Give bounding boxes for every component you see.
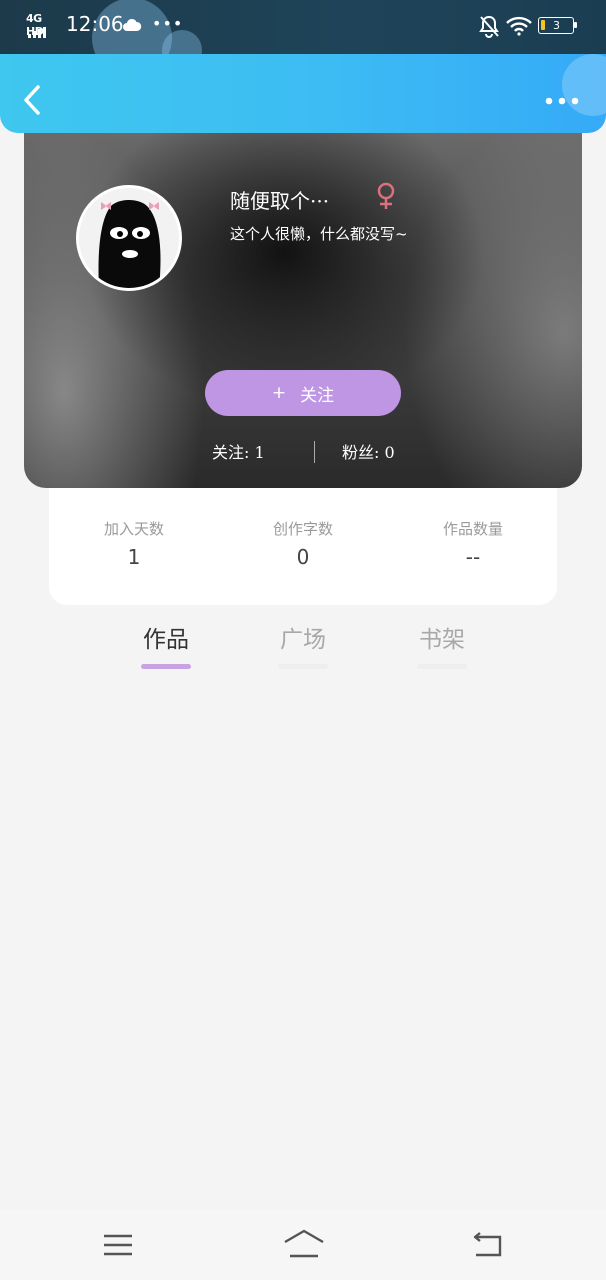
tab-indicator (417, 664, 467, 669)
battery-icon: 3 (538, 17, 577, 34)
decor-bubble (562, 54, 606, 116)
stat-label: 创作字数 (272, 520, 333, 538)
cloud-icon (123, 18, 142, 31)
avatar-image (79, 188, 179, 288)
system-nav-bar (0, 1210, 606, 1280)
tab-indicator (141, 664, 191, 669)
status-more-icon: ••• (152, 14, 184, 33)
tab-bookshelf[interactable]: 书架 (392, 620, 492, 669)
menu-icon[interactable] (102, 1232, 134, 1258)
stat-value: 0 (296, 545, 310, 569)
battery-level: 3 (553, 19, 560, 32)
follow-button[interactable]: + 关注 (205, 370, 401, 416)
stat-label: 作品数量 (442, 520, 503, 538)
stats-card: 加入天数 1 创作字数 0 作品数量 -- (49, 488, 557, 605)
stat-works-count: 作品数量 -- (388, 518, 558, 569)
profile-card: 随便取个··· 这个人很懒，什么都没写~ + 关注 关注: 1 粉丝: 0 (24, 133, 582, 488)
tab-label: 广场 (280, 627, 326, 653)
username: 随便取个··· (230, 189, 330, 213)
tab-label: 书架 (419, 627, 465, 653)
plus-icon: + (271, 383, 287, 403)
stat-label: 加入天数 (103, 520, 164, 538)
stat-join-days: 加入天数 1 (49, 518, 219, 569)
status-bar: 4G HD 12:06 ••• 3 (0, 0, 606, 54)
home-icon[interactable] (282, 1228, 326, 1260)
tab-works[interactable]: 作品 (116, 620, 216, 669)
more-dots-icon[interactable] (544, 96, 580, 106)
stat-word-count: 创作字数 0 (218, 518, 388, 569)
bio: 这个人很懒，什么都没写~ (230, 225, 408, 243)
tab-plaza[interactable]: 广场 (253, 620, 353, 669)
chevron-left-icon[interactable] (20, 82, 44, 118)
app-header (0, 54, 606, 133)
following-count[interactable]: 关注: 1 (212, 439, 265, 463)
wifi-icon (506, 16, 532, 36)
stat-value: 1 (127, 545, 141, 569)
bell-off-icon (479, 15, 499, 38)
female-icon (377, 182, 395, 209)
follow-stats: 关注: 1 粉丝: 0 (24, 437, 582, 465)
divider (314, 441, 315, 463)
back-icon[interactable] (470, 1230, 504, 1258)
stat-value: -- (465, 545, 481, 569)
fans-count[interactable]: 粉丝: 0 (342, 439, 395, 463)
tab-label: 作品 (143, 627, 189, 653)
network-signal-icon: 4G HD (26, 12, 56, 38)
avatar[interactable] (76, 185, 182, 291)
follow-button-label: 关注 (300, 385, 335, 406)
tab-indicator (278, 664, 328, 669)
status-time: 12:06 (66, 12, 124, 36)
